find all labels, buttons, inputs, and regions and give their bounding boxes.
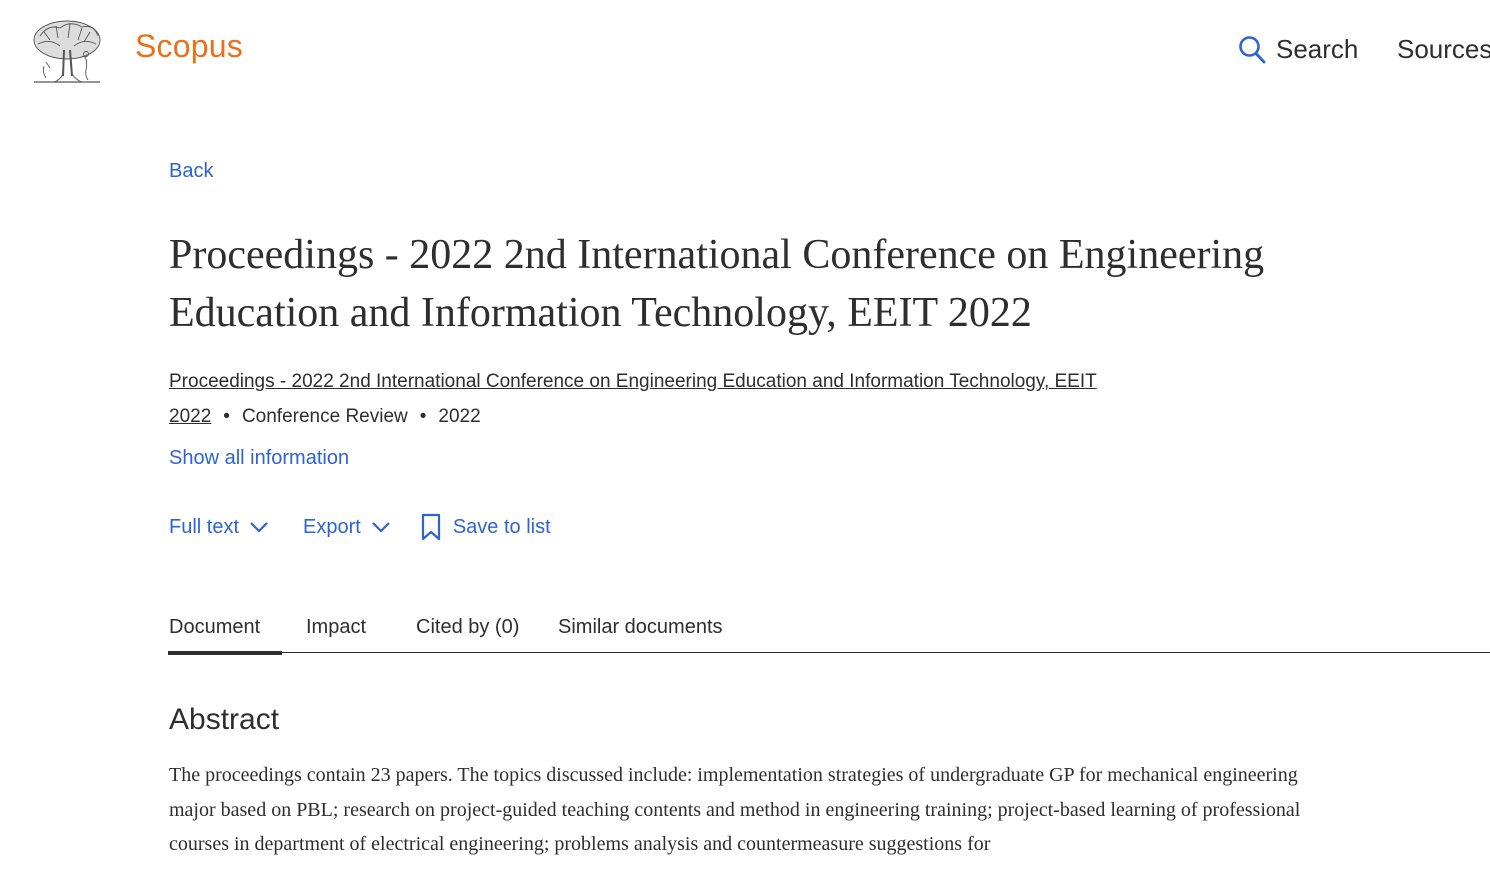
show-all-information-link[interactable]: Show all information <box>169 447 349 470</box>
tab-cited-by[interactable]: Cited by (0) <box>416 616 519 652</box>
bookmark-icon <box>421 513 441 541</box>
full-text-button[interactable]: Full text <box>169 516 269 539</box>
search-nav-label: Search <box>1276 34 1359 64</box>
export-button[interactable]: Export <box>303 516 391 539</box>
document-actions: Full text Export Save to list <box>169 513 551 541</box>
meta-separator: • <box>223 406 230 427</box>
top-header: Scopus Search Sources <box>0 0 1490 100</box>
document-type: Conference Review <box>241 406 408 427</box>
chevron-down-icon <box>249 521 269 533</box>
search-nav-link[interactable]: Search <box>1238 34 1358 65</box>
save-to-list-button[interactable]: Save to list <box>421 513 551 541</box>
scopus-brand[interactable]: Scopus <box>135 28 243 65</box>
tab-similar-documents[interactable]: Similar documents <box>558 616 723 652</box>
search-icon <box>1239 35 1266 63</box>
document-title: Proceedings - 2022 2nd International Con… <box>169 232 1265 336</box>
tab-impact[interactable]: Impact <box>306 616 366 652</box>
export-label: Export <box>303 515 361 538</box>
elsevier-tree-logo[interactable] <box>30 16 104 86</box>
tab-document[interactable]: Document <box>167 616 283 655</box>
abstract-text: The proceedings contain 23 papers. The t… <box>169 764 1301 855</box>
publication-year: 2022 <box>438 406 481 427</box>
meta-separator: • <box>419 406 427 427</box>
back-link[interactable]: Back <box>169 160 213 183</box>
save-to-list-label: Save to list <box>452 515 551 538</box>
abstract-heading: Abstract <box>169 703 280 736</box>
chevron-down-icon <box>371 521 391 533</box>
sources-nav-link[interactable]: Sources <box>1397 34 1490 65</box>
document-meta: Proceedings - 2022 2nd International Con… <box>169 364 1199 434</box>
full-text-label: Full text <box>169 515 240 538</box>
document-tabs: Document Impact Cited by (0) Similar doc… <box>167 612 1490 655</box>
